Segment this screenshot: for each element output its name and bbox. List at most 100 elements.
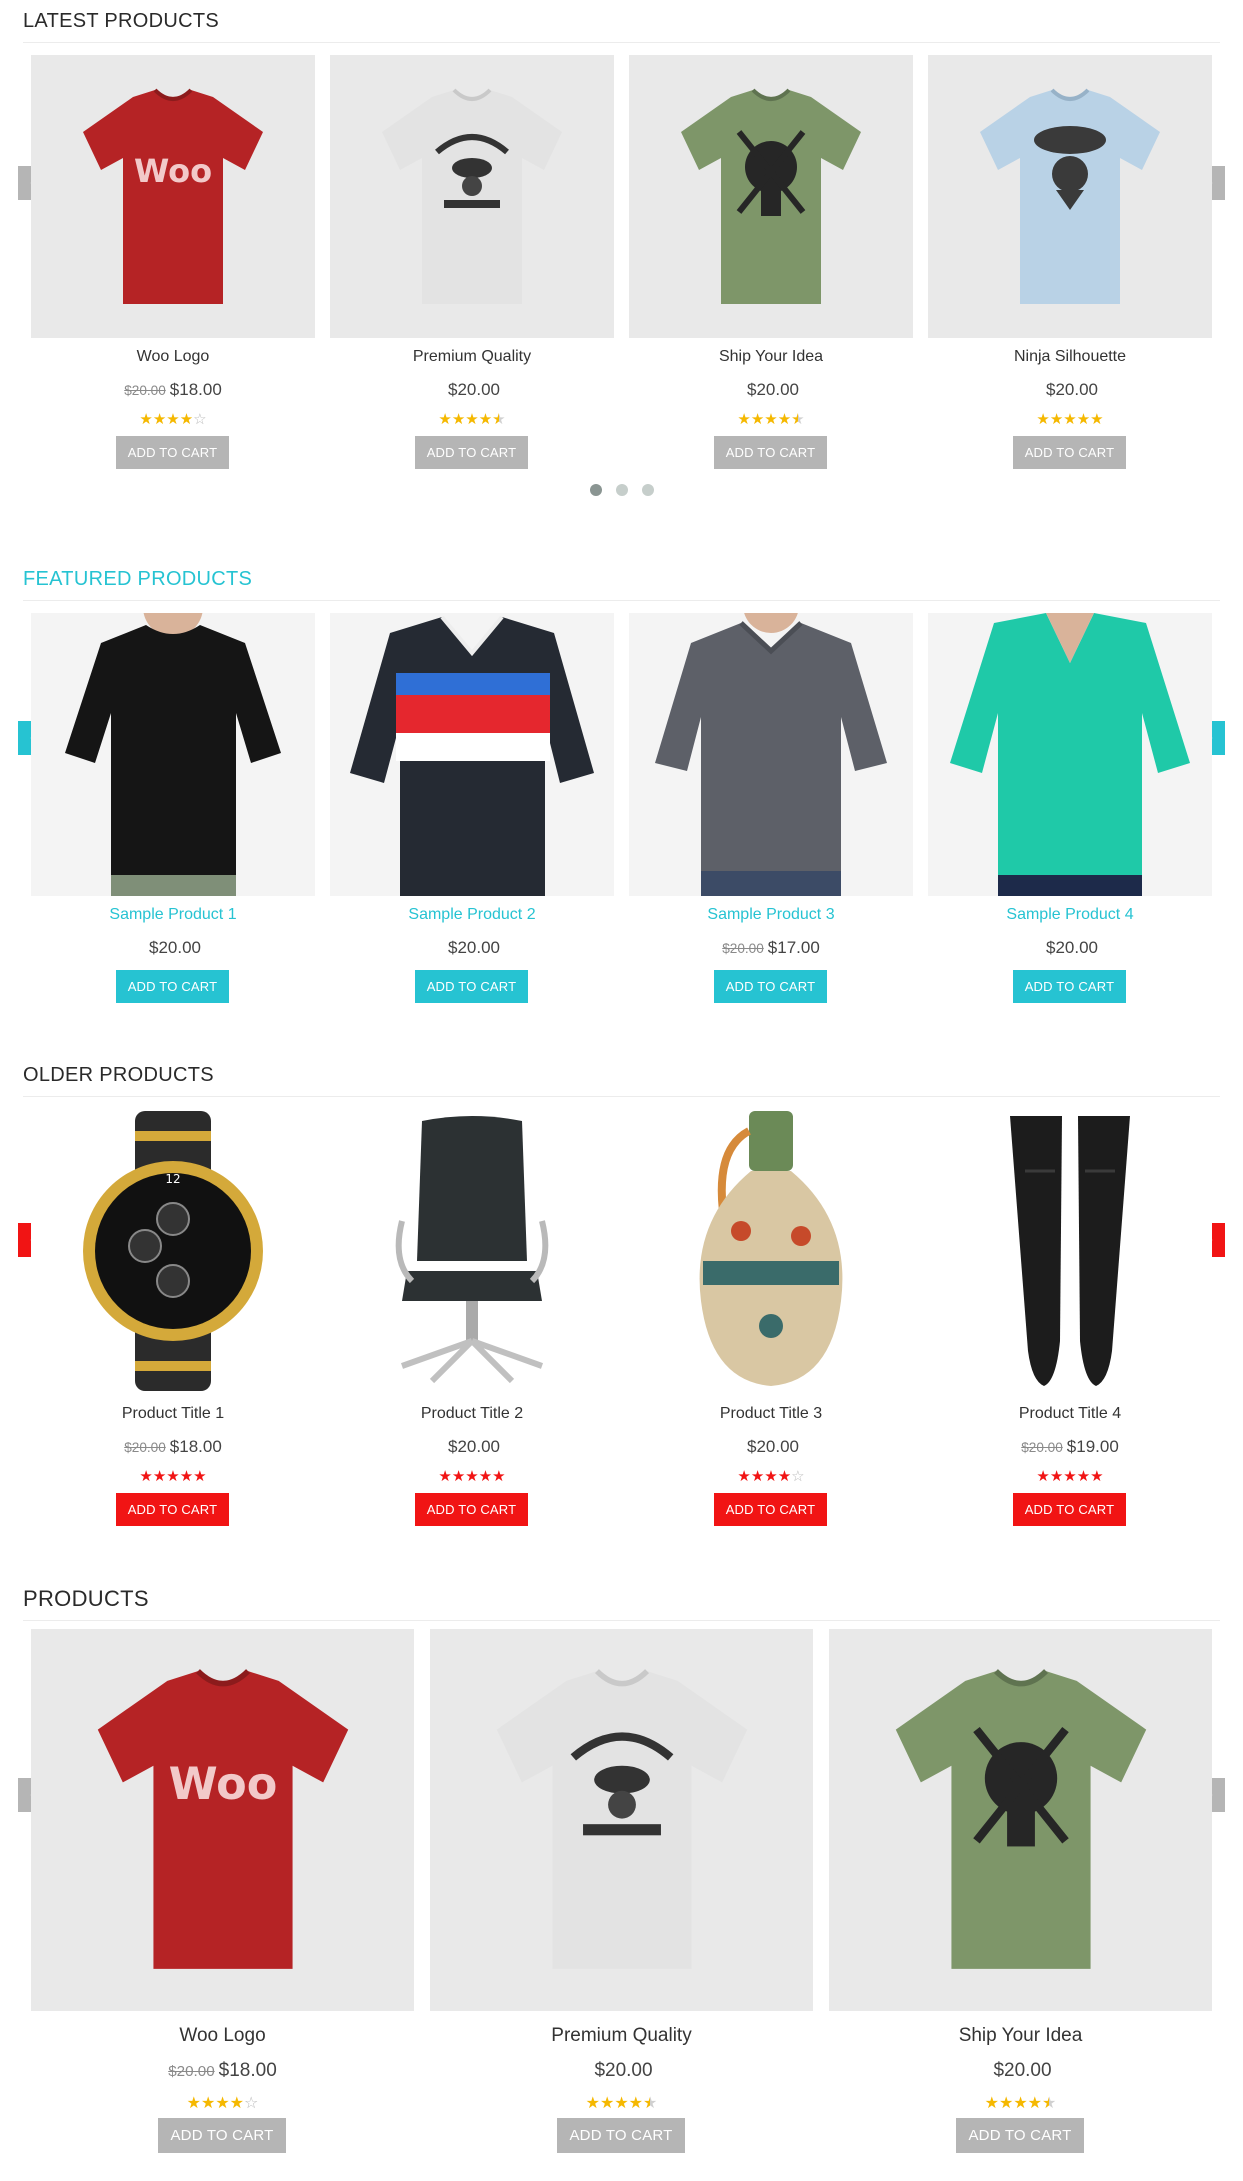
product-name[interactable]: Product Title 2 <box>330 1405 614 1423</box>
star-rating: ★★★★☆ <box>31 410 315 428</box>
product-image[interactable] <box>928 55 1212 338</box>
product-image[interactable] <box>629 55 913 338</box>
section-title: LATEST PRODUCTS <box>23 10 220 32</box>
vase-image <box>699 1111 843 1386</box>
add-to-cart-button[interactable]: ADD TO CART <box>956 2118 1084 2153</box>
add-to-cart-button[interactable]: ADD TO CART <box>415 1493 528 1526</box>
product-card[interactable]: Premium Quality $20.00 ★★★★★ ADD TO CART <box>330 55 614 475</box>
star-icon: ★ <box>1090 411 1104 428</box>
product-name[interactable]: Sample Product 4 <box>928 906 1212 924</box>
star-icon: ★ <box>1049 411 1064 428</box>
product-card[interactable]: Ship Your Idea $20.00 ★★★★★ ADD TO CART <box>629 55 913 475</box>
product-image[interactable] <box>31 613 315 896</box>
add-to-cart-button[interactable]: ADD TO CART <box>116 1493 229 1526</box>
add-to-cart-button[interactable]: ADD TO CART <box>116 970 229 1003</box>
product-name[interactable]: Product Title 3 <box>629 1405 913 1423</box>
star-icon: ★ <box>492 411 506 428</box>
product-card[interactable]: Product Title 2 $20.00 ★★★★★ ADD TO CART <box>330 1108 614 1578</box>
star-icon: ★ <box>737 1468 751 1485</box>
model-shirt-image <box>655 613 887 896</box>
product-image[interactable]: 12 <box>31 1108 315 1394</box>
product-name[interactable]: Sample Product 2 <box>330 906 614 924</box>
star-icon: ★ <box>465 1468 479 1485</box>
star-icon: ★ <box>478 1468 493 1485</box>
star-rating: ★★★★★ <box>430 2093 813 2113</box>
product-price: $20.00 <box>330 380 614 400</box>
product-card[interactable]: Sample Product 3 $20.00 $17.00 ADD TO CAR… <box>629 613 913 1013</box>
product-name[interactable]: Premium Quality <box>430 2025 813 2047</box>
product-price: $20.00 $18.00 <box>31 1437 315 1457</box>
old-price: $20.00 <box>168 2063 215 2080</box>
product-image[interactable] <box>928 1108 1212 1394</box>
star-icon: ★ <box>438 411 452 428</box>
star-icon: ★ <box>764 411 778 428</box>
product-name[interactable]: Ninja Silhouette <box>928 348 1212 366</box>
add-to-cart-button[interactable]: ADD TO CART <box>1013 970 1126 1003</box>
star-rating: ★★★★★ <box>330 1467 614 1485</box>
add-to-cart-button[interactable]: ADD TO CART <box>714 436 827 469</box>
model-shirt-image <box>950 613 1190 896</box>
product-card[interactable]: Sample Product 4 $20.00 ADD TO CART <box>928 613 1212 1013</box>
product-image[interactable] <box>330 1108 614 1394</box>
product-name[interactable]: Ship Your Idea <box>829 2025 1212 2047</box>
add-to-cart-button[interactable]: ADD TO CART <box>1013 1493 1126 1526</box>
product-card[interactable]: Premium Quality $20.00 ★★★★★ ADD TO CART <box>430 1629 813 2179</box>
product-image[interactable] <box>330 613 614 896</box>
add-to-cart-button[interactable]: ADD TO CART <box>415 436 528 469</box>
watch-image: 12 <box>83 1111 263 1391</box>
product-image[interactable] <box>629 1108 913 1394</box>
current-price: $20.00 <box>594 2060 653 2081</box>
star-icon: ★ <box>750 1468 765 1485</box>
add-to-cart-button[interactable]: ADD TO CART <box>714 1493 827 1526</box>
product-image[interactable]: Woo <box>31 1629 414 2011</box>
add-to-cart-button[interactable]: ADD TO CART <box>116 436 229 469</box>
products-section: PRODUCTS Woo Woo Logo $20.00 $18.00 ★★★★☆… <box>0 1578 1243 2178</box>
add-to-cart-button[interactable]: ADD TO CART <box>557 2118 685 2153</box>
current-price: $20.00 <box>993 2060 1052 2081</box>
star-rating: ★★★★★ <box>829 2093 1212 2113</box>
product-name[interactable]: Product Title 1 <box>31 1405 315 1423</box>
star-icon: ★ <box>152 1468 167 1485</box>
star-icon: ★ <box>643 2095 658 2112</box>
add-to-cart-button[interactable]: ADD TO CART <box>158 2118 286 2153</box>
product-card[interactable]: Sample Product 1 $20.00 ADD TO CART <box>31 613 315 1013</box>
product-card[interactable]: 12 Product Title 1 $20.00 $18.00 ★★★★★ AD… <box>31 1108 315 1578</box>
star-icon: ★ <box>777 411 792 428</box>
product-name[interactable]: Premium Quality <box>330 348 614 366</box>
product-card[interactable]: Product Title 4 $20.00 $19.00 ★★★★★ ADD T… <box>928 1108 1212 1578</box>
product-image[interactable] <box>430 1629 813 2011</box>
product-card[interactable]: Woo Woo Logo $20.00 $18.00 ★★★★☆ ADD TO C… <box>31 55 315 475</box>
product-image[interactable] <box>330 55 614 338</box>
product-card[interactable]: Woo Woo Logo $20.00 $18.00 ★★★★☆ ADD TO C… <box>31 1629 414 2179</box>
product-image[interactable] <box>928 613 1212 896</box>
star-icon: ★ <box>139 1468 153 1485</box>
product-price: $20.00 <box>629 1437 913 1457</box>
tshirt-image <box>382 88 562 304</box>
add-to-cart-button[interactable]: ADD TO CART <box>1013 436 1126 469</box>
featured-products-section: FEATURED PRODUCTS Sample Product 1 $20.0… <box>0 558 1243 1018</box>
product-price: $20.00 $17.00 <box>629 938 913 958</box>
product-card[interactable]: Product Title 3 $20.00 ★★★★☆ ADD TO CART <box>629 1108 913 1578</box>
product-card[interactable]: Sample Product 2 $20.00 ADD TO CART <box>330 613 614 1013</box>
old-price: $20.00 <box>1021 1440 1063 1455</box>
star-icon: ★ <box>438 1468 452 1485</box>
product-name[interactable]: Woo Logo <box>31 348 315 366</box>
product-card[interactable]: Ninja Silhouette $20.00 ★★★★★ ADD TO CAR… <box>928 55 1212 475</box>
product-name[interactable]: Woo Logo <box>31 2025 414 2047</box>
product-image[interactable] <box>629 613 913 896</box>
product-name[interactable]: Ship Your Idea <box>629 348 913 366</box>
add-to-cart-button[interactable]: ADD TO CART <box>714 970 827 1003</box>
product-name[interactable]: Sample Product 3 <box>629 906 913 924</box>
add-to-cart-button[interactable]: ADD TO CART <box>415 970 528 1003</box>
product-image[interactable]: Woo <box>31 55 315 338</box>
pagination-dot[interactable] <box>641 484 654 496</box>
pagination-dot[interactable] <box>615 484 628 496</box>
product-price: $20.00 <box>928 938 1212 958</box>
product-name[interactable]: Product Title 4 <box>928 1405 1212 1423</box>
pagination-dot[interactable] <box>589 484 602 496</box>
star-icon: ★ <box>166 411 180 428</box>
star-icon: ★ <box>179 411 194 428</box>
product-name[interactable]: Sample Product 1 <box>31 906 315 924</box>
product-card[interactable]: Ship Your Idea $20.00 ★★★★★ ADD TO CART <box>829 1629 1212 2179</box>
product-image[interactable] <box>829 1629 1212 2011</box>
